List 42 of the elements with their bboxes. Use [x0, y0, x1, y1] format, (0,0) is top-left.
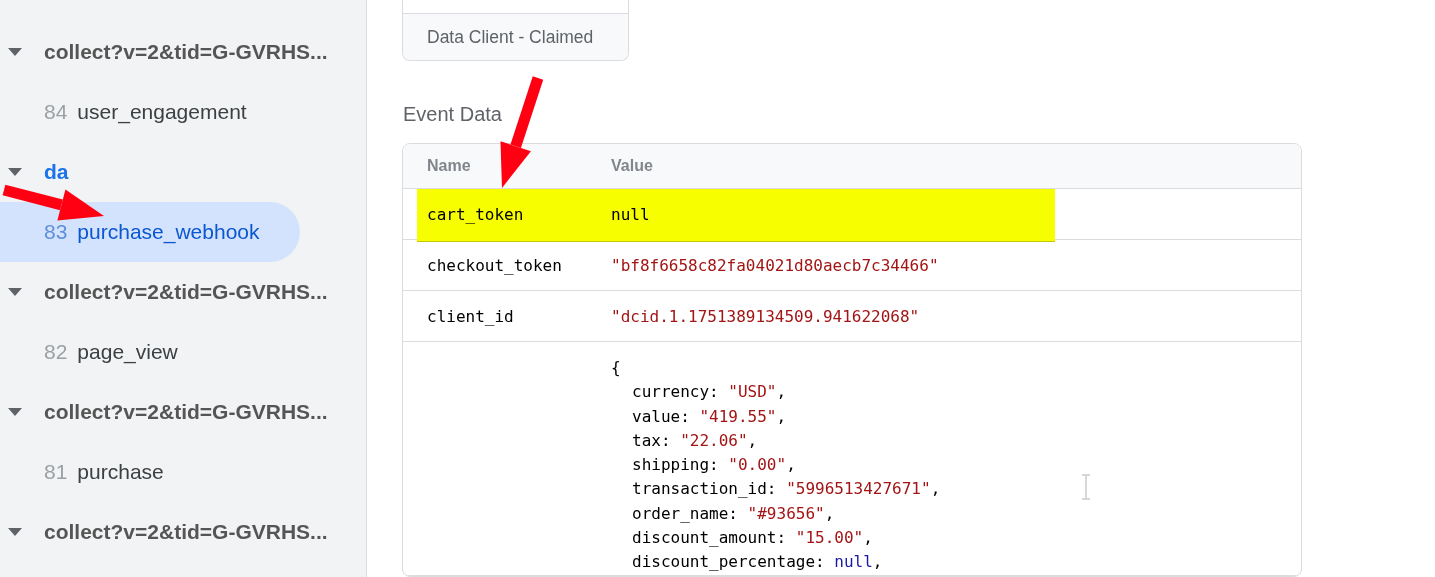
text-cursor-icon	[1081, 474, 1091, 500]
event-number: 81	[44, 460, 68, 484]
request-label[interactable]: da	[44, 160, 69, 184]
code-line: shipping: "0.00",	[631, 454, 797, 477]
event-name: purchase_webhook	[77, 220, 260, 244]
event-name: page_view	[77, 340, 178, 364]
caret-down-icon[interactable]	[8, 48, 22, 56]
code-line: {	[611, 357, 622, 379]
code-line: value: "419.55",	[631, 405, 788, 428]
caret-down-icon[interactable]	[8, 408, 22, 416]
request-label[interactable]: collect?v=2&tid=G-GVRHS...	[44, 40, 328, 64]
client-status: Data Client - Claimed	[427, 26, 594, 48]
event-name: user_engagement	[77, 100, 247, 124]
caret-down-icon[interactable]	[8, 528, 22, 536]
parameter-value: "dcid.1.1751389134509.941622068"	[611, 306, 920, 326]
request-label[interactable]: collect?v=2&tid=G-GVRHS...	[44, 520, 328, 544]
event-item[interactable]: 82 page_view	[0, 322, 300, 382]
parameter-name: checkout_token	[426, 255, 563, 275]
code-line: order_name: "#93656",	[631, 502, 836, 525]
request-label[interactable]: collect?v=2&tid=G-GVRHS...	[44, 400, 328, 424]
event-item[interactable]: 83 purchase_webhook	[0, 202, 300, 262]
caret-down-icon[interactable]	[8, 288, 22, 296]
parameter-name: cart_token	[426, 204, 525, 224]
code-line: tax: "22.06",	[631, 429, 759, 452]
event-number: 83	[44, 220, 68, 244]
event-item[interactable]: 84 user_engagement	[0, 82, 300, 142]
code-line: transaction_id: "5996513427671",	[631, 478, 941, 501]
parameter-value: null	[611, 204, 650, 224]
parameter-value: "bf8f6658c82fa04021d80aecb7c34466"	[611, 255, 939, 275]
section-title: Event Data	[403, 103, 503, 126]
code-line: discount_amount: "15.00",	[631, 527, 874, 550]
code-line: discount_percentage: null,	[631, 551, 884, 574]
column-header: Value	[611, 157, 653, 175]
event-name: purchase	[77, 460, 164, 484]
parameter-name: client_id	[426, 306, 515, 326]
column-header: Name	[426, 157, 472, 175]
request-label[interactable]: collect?v=2&tid=G-GVRHS...	[44, 280, 328, 304]
code-line: currency: "USD",	[631, 381, 788, 404]
event-item[interactable]: 81 purchase	[0, 442, 300, 502]
caret-down-icon[interactable]	[8, 168, 22, 176]
event-number: 84	[44, 100, 68, 124]
event-number: 82	[44, 340, 68, 364]
